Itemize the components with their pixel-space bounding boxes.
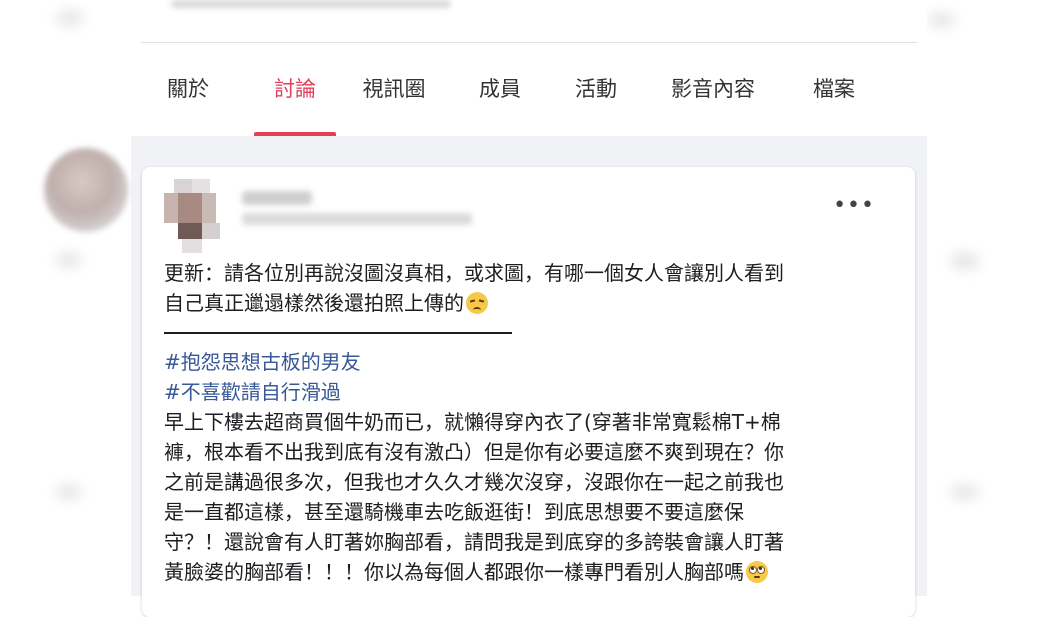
disappointed-face-icon (466, 292, 488, 314)
post-text: 更新：請各位別再說沒圖沒真相，或求圖，有哪一個女人會讓別人看到 自己真正邋遢樣然… (164, 258, 894, 587)
blurred-avatar-background (44, 148, 128, 232)
body-line: 褲，根本看不出我到底有沒有激凸）但是你有必要這麼不爽到現在？你 (164, 440, 784, 464)
eye-roll-face-icon (746, 561, 768, 583)
post-card: ••• 更新：請各位別再說沒圖沒真相，或求圖，有哪一個女人會讓別人看到 自己真正… (142, 167, 915, 617)
tab-members[interactable]: 成員 (469, 66, 531, 136)
hashtag-link[interactable]: #不喜歡請自行滑過 (164, 377, 894, 407)
more-horizontal-icon: ••• (833, 193, 875, 218)
body-line: 是一直都這樣，甚至還騎機車去吃飯逛街！到底思想要不要這麼保 (164, 500, 744, 524)
header-divider (141, 42, 917, 43)
group-tabs: 關於 討論 視訊圈 成員 活動 影音內容 檔案 (131, 66, 927, 136)
tab-about[interactable]: 關於 (157, 66, 219, 136)
author-avatar[interactable] (164, 179, 226, 253)
post-meta-blurred (242, 213, 472, 225)
more-options-button[interactable]: ••• (833, 195, 875, 217)
update-line-2: 自己真正邋遢樣然後還拍照上傳的 (164, 288, 894, 318)
update-line-1: 更新：請各位別再說沒圖沒真相，或求圖，有哪一個女人會讓別人看到 (164, 261, 784, 285)
hashtag-link[interactable]: #抱怨思想古板的男友 (164, 347, 894, 377)
blurred-group-title (171, 0, 451, 8)
group-header: 關於 討論 視訊圈 成員 活動 影音內容 檔案 (131, 0, 927, 136)
tab-media[interactable]: 影音內容 (661, 66, 765, 136)
body-line-last: 黃臉婆的胸部看！！！你以為每個人都跟你一樣專門看別人胸部嗎 (164, 557, 894, 587)
body-line: 早上下樓去超商買個牛奶而已，就懶得穿內衣了(穿著非常寬鬆棉T+棉 (164, 410, 781, 434)
tab-files[interactable]: 檔案 (803, 66, 865, 136)
tab-discussion[interactable]: 討論 (254, 66, 336, 136)
body-line: 守？！還說會有人盯著妳胸部看，請問我是到底穿的多誇裝會讓人盯著 (164, 530, 784, 554)
text-divider (164, 332, 512, 334)
body-line: 之前是講過很多次，但我也才久久才幾次沒穿，沒跟你在一起之前我也 (164, 470, 784, 494)
author-name-blurred[interactable] (242, 191, 312, 205)
active-tab-indicator (254, 132, 336, 136)
tab-video-circle[interactable]: 視訊圈 (353, 66, 435, 136)
tab-events[interactable]: 活動 (565, 66, 627, 136)
